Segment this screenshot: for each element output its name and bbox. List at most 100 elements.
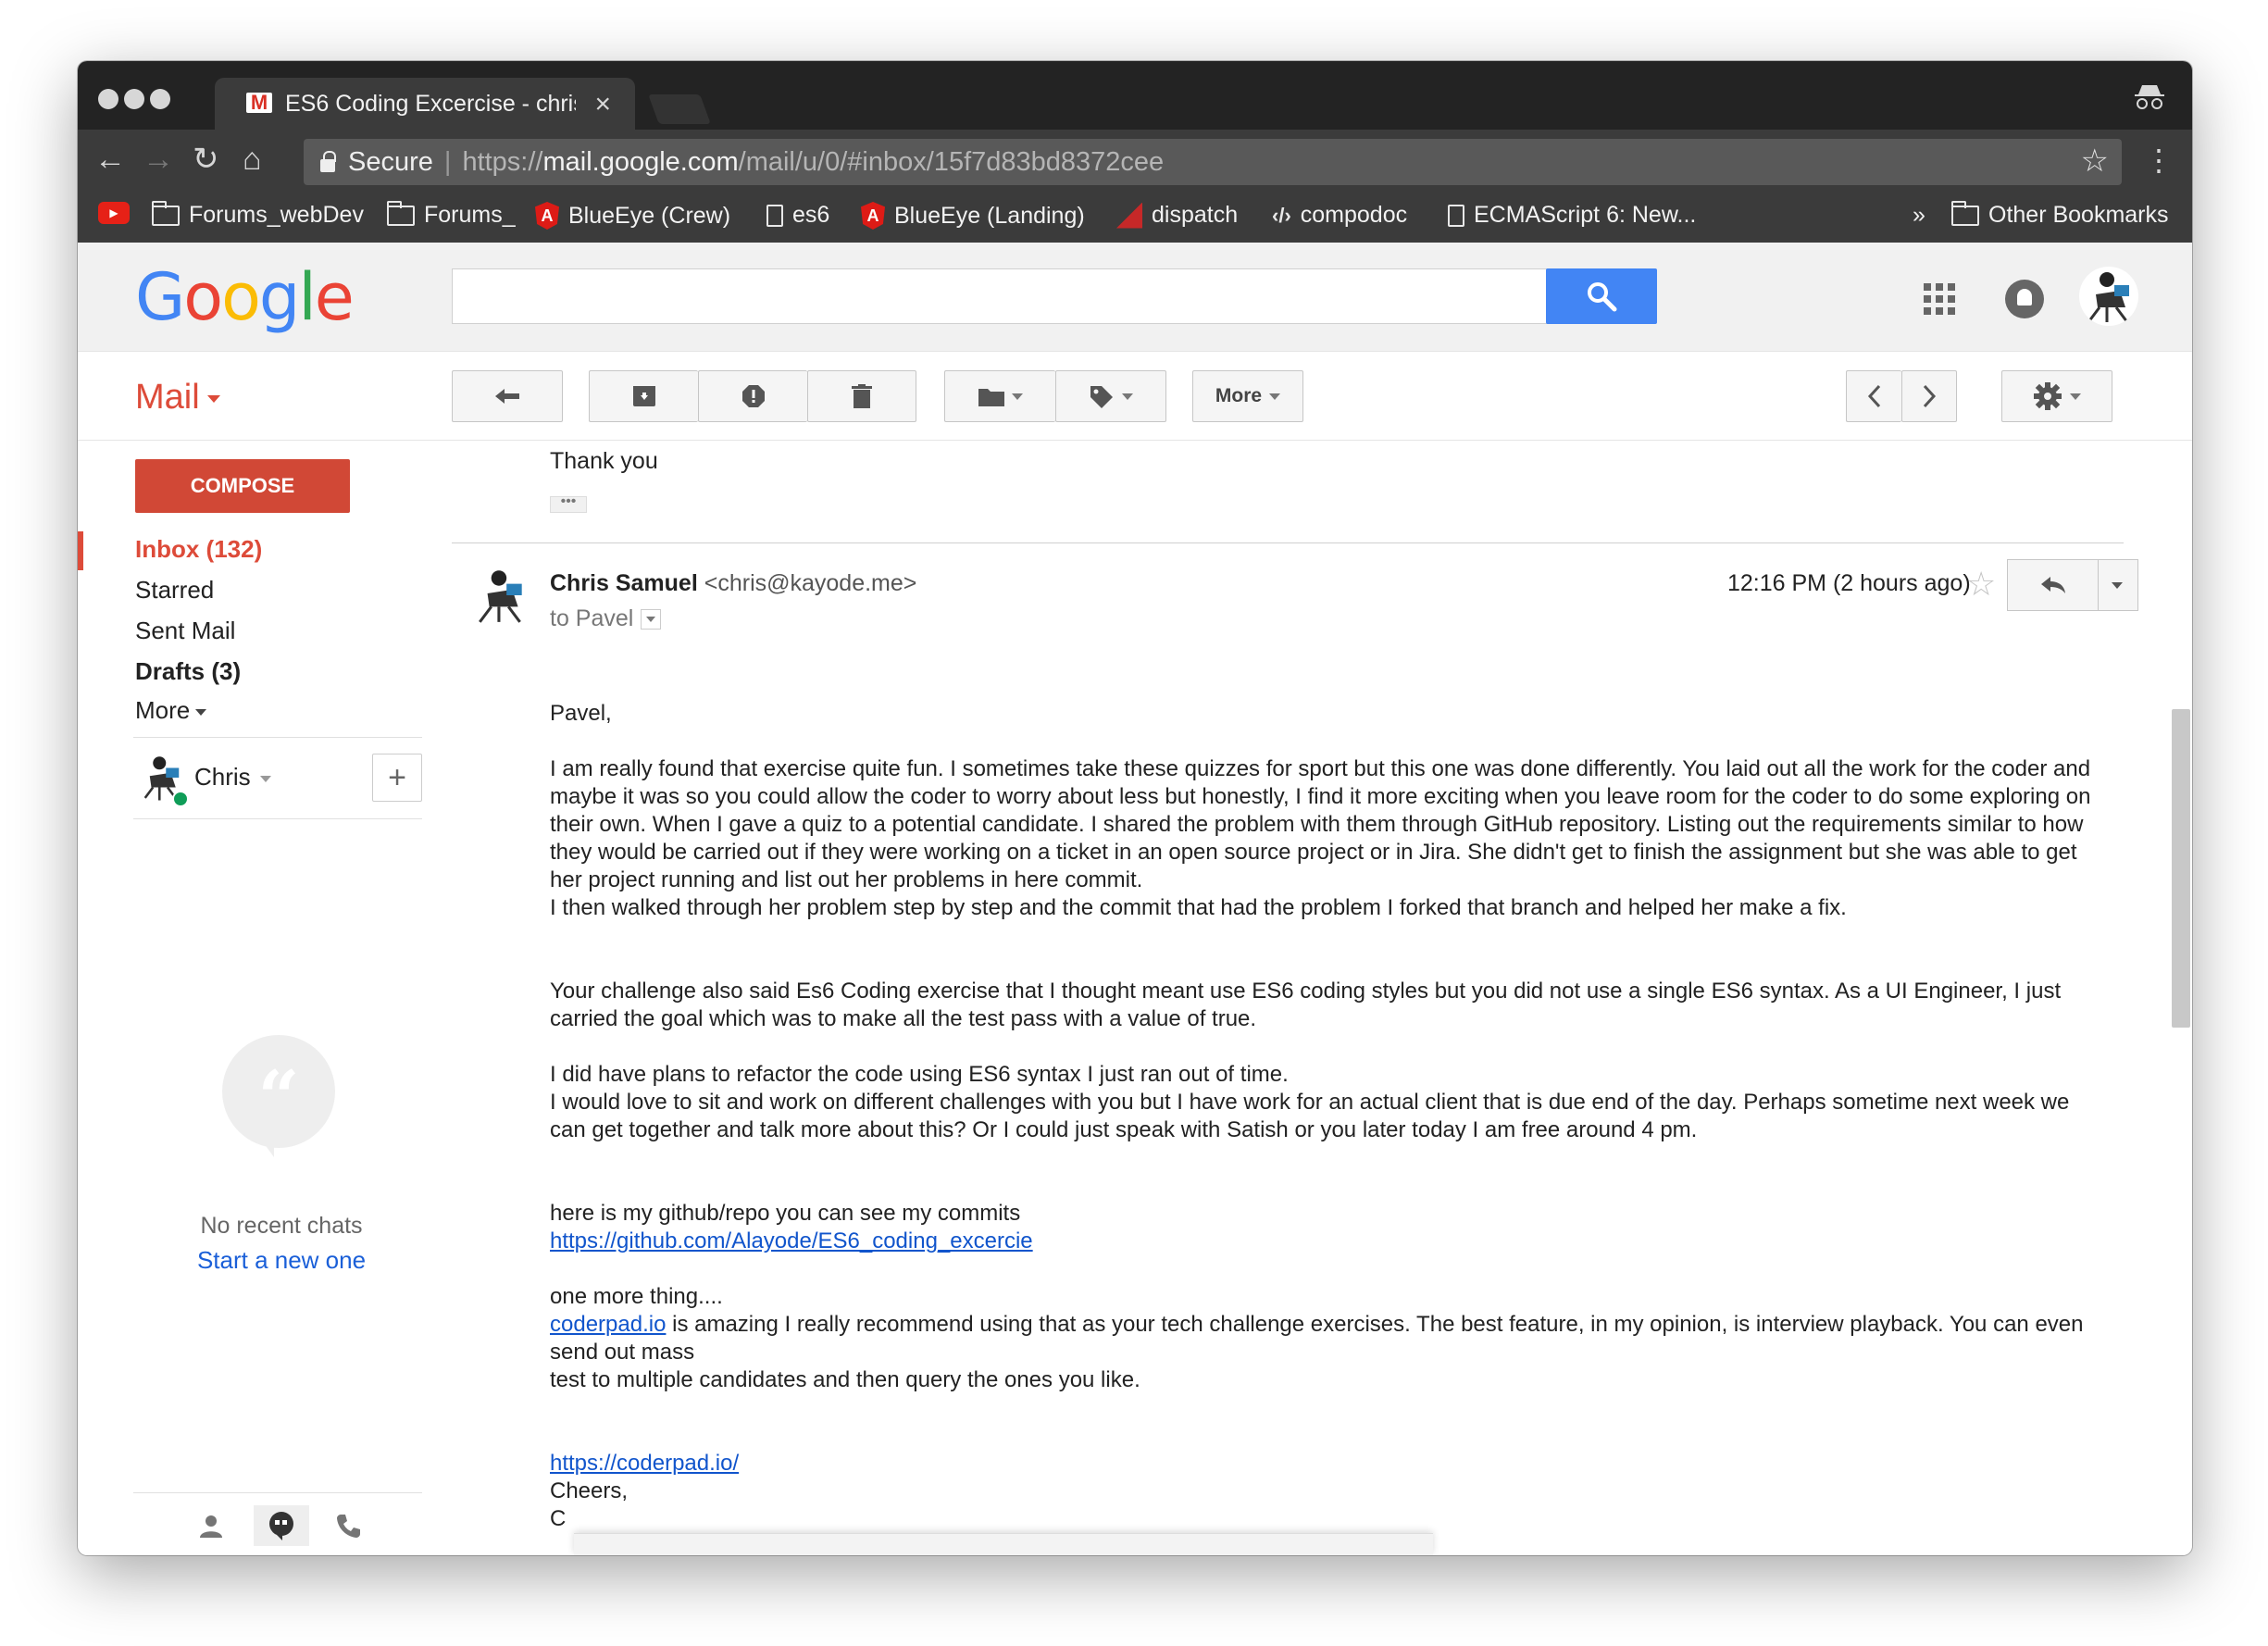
bookmark-compodoc[interactable]: ‹/› compodoc	[1272, 202, 1407, 229]
bookmark-forums-webdev[interactable]: Forums_webDev	[152, 200, 364, 229]
archive-button[interactable]	[589, 370, 698, 422]
bookmark-dispatch[interactable]: dispatch	[1116, 202, 1238, 229]
online-status-icon	[172, 791, 189, 807]
bookmark-star-icon[interactable]: ☆	[2081, 143, 2109, 180]
settings-button[interactable]	[2001, 370, 2112, 422]
older-button[interactable]	[1901, 370, 1957, 422]
home-icon[interactable]: ⌂	[243, 141, 262, 178]
back-to-inbox-button[interactable]	[452, 370, 563, 422]
show-trimmed-content-button[interactable]: •••	[550, 494, 587, 513]
sidebar-item-drafts[interactable]: Drafts (3)	[135, 657, 241, 686]
message-paragraph-5: one more thing....	[550, 1284, 723, 1309]
address-bar[interactable]: Secure | https:// mail.google.com /mail/…	[304, 139, 2122, 185]
sidebar-item-more[interactable]: More	[135, 696, 207, 725]
back-arrow-icon	[495, 389, 519, 404]
more-actions-button[interactable]: More	[1192, 370, 1303, 422]
labels-button[interactable]	[1055, 370, 1166, 422]
phone-tab-icon[interactable]	[320, 1505, 376, 1546]
reply-button[interactable]	[2007, 559, 2098, 611]
apps-grid-icon[interactable]	[1924, 283, 1955, 315]
page-icon	[1448, 204, 1464, 227]
sidebar-item-starred[interactable]: Starred	[135, 576, 214, 605]
forward-icon[interactable]: →	[143, 141, 174, 178]
report-spam-button[interactable]	[698, 370, 807, 422]
chat-divider	[133, 818, 422, 819]
minimize-window-button[interactable]	[124, 89, 144, 109]
message-paragraph-5b: coderpad.io is amazing I really recommen…	[550, 1312, 2084, 1365]
message-paragraph-1b: I then walked through her problem step b…	[550, 895, 1847, 920]
tab-close-icon[interactable]: ×	[594, 89, 611, 120]
trash-icon	[852, 384, 872, 408]
chat-tabs-divider	[133, 1492, 422, 1493]
newer-button[interactable]	[1846, 370, 1901, 422]
coderpad-link[interactable]: coderpad.io	[550, 1312, 666, 1337]
message-paragraph-3b: I would love to sit and work on differen…	[550, 1090, 2070, 1142]
compose-button[interactable]: COMPOSE	[135, 459, 350, 513]
reload-icon[interactable]: ↻	[193, 141, 219, 178]
coderpad-url-link[interactable]: https://coderpad.io/	[550, 1451, 739, 1476]
chevron-down-icon	[206, 394, 220, 403]
google-logo[interactable]: Google	[135, 259, 355, 335]
account-avatar[interactable]	[2079, 267, 2138, 326]
show-details-chevron-down-icon[interactable]	[641, 609, 662, 630]
search-button[interactable]	[1546, 268, 1657, 324]
attached-screenshot-thumbnail[interactable]	[574, 1533, 1433, 1555]
sender-email: <chris@kayode.me>	[704, 570, 917, 596]
new-chat-button[interactable]: +	[372, 754, 422, 802]
no-recent-chats-text: No recent chats	[200, 1213, 363, 1239]
delete-button[interactable]	[807, 370, 916, 422]
bookmark-forums[interactable]: Forums_	[387, 200, 516, 229]
reply-arrow-icon	[2040, 577, 2065, 593]
new-tab-button[interactable]	[648, 94, 711, 124]
github-link-line: https://github.com/Alayode/ES6_coding_ex…	[550, 1228, 2111, 1255]
message-paragraph-3a: I did have plans to refactor the code us…	[550, 1062, 1289, 1087]
tab-title: ES6 Coding Excercise - chris@	[285, 90, 576, 117]
sidebar-item-inbox[interactable]: Inbox (132)	[135, 535, 262, 564]
gmail-favicon-icon: M	[246, 93, 272, 113]
bookmark-youtube[interactable]: ▶	[98, 202, 139, 224]
message-scrollbar[interactable]	[2172, 709, 2190, 1028]
star-message-icon[interactable]: ☆	[1966, 565, 1996, 604]
message-paragraph-1: I am really found that exercise quite fu…	[550, 756, 2091, 892]
message-timestamp: 12:16 PM (2 hours ago)	[1727, 570, 1971, 596]
close-window-button[interactable]	[98, 89, 118, 109]
folder-icon	[152, 200, 180, 226]
message-closing: Cheers,	[550, 1478, 629, 1503]
bookmarks-overflow[interactable]: »	[1913, 202, 1925, 229]
contacts-tab-person-icon[interactable]	[183, 1505, 239, 1546]
bookmark-ecmascript[interactable]: ECMAScript 6: New...	[1448, 202, 1696, 229]
bookmark-blueeye-crew[interactable]: A BlueEye (Crew)	[535, 202, 730, 230]
bookmark-other[interactable]: Other Bookmarks	[1951, 200, 2169, 229]
more-reply-options-button[interactable]	[2098, 559, 2138, 611]
bookmark-blueeye-landing[interactable]: A BlueEye (Landing)	[861, 202, 1085, 230]
gmail-header: Google	[78, 243, 2192, 352]
search-icon	[1588, 282, 1617, 312]
spam-icon	[741, 385, 765, 407]
notifications-bell-icon[interactable]	[2005, 280, 2044, 318]
url-scheme: https://	[462, 146, 543, 177]
hangouts-tab-icon[interactable]	[254, 1505, 309, 1546]
gear-icon	[2034, 382, 2062, 410]
maximize-window-button[interactable]	[150, 89, 170, 109]
browser-menu-icon[interactable]: ⋮	[2144, 143, 2174, 178]
tab-gmail[interactable]: M ES6 Coding Excercise - chris@ ×	[215, 78, 635, 130]
start-new-chat-link[interactable]: Start a new one	[161, 1246, 402, 1275]
url-host: mail.google.com	[542, 146, 739, 177]
bookmark-es6[interactable]: es6	[766, 202, 829, 229]
hangouts-quote-icon: “	[222, 1035, 335, 1157]
browser-toolbar: ← → ↻ ⌂ Secure | https:// mail.google.co…	[78, 130, 2192, 189]
sender-avatar	[470, 565, 531, 626]
archive-icon	[632, 386, 655, 406]
move-to-button[interactable]	[944, 370, 1055, 422]
chevron-left-icon	[1867, 384, 1880, 408]
mail-switcher[interactable]: Mail	[135, 378, 220, 418]
github-repo-link[interactable]: https://github.com/Alayode/ES6_coding_ex…	[550, 1228, 1033, 1253]
folder-move-icon	[978, 389, 1004, 406]
sidebar-item-sent[interactable]: Sent Mail	[135, 617, 235, 645]
mail-search-input[interactable]	[452, 268, 1598, 324]
chat-user-menu[interactable]: Chris	[194, 763, 271, 792]
back-icon[interactable]: ←	[94, 141, 126, 178]
sender-name[interactable]: Chris Samuel	[550, 570, 698, 596]
folder-icon	[387, 200, 415, 226]
youtube-icon: ▶	[98, 202, 130, 224]
